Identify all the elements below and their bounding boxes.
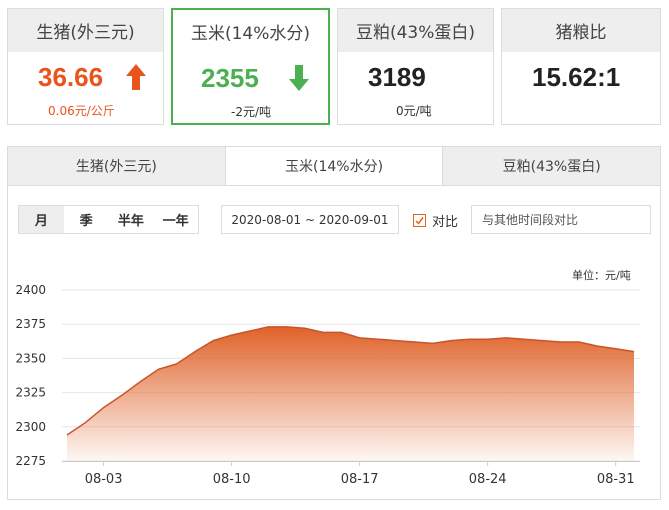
x-tick-label: 08-31: [597, 472, 635, 487]
y-tick-label: 2375: [15, 317, 46, 331]
y-tick-label: 2325: [15, 386, 46, 400]
y-tick-label: 2300: [15, 420, 46, 434]
x-tick-label: 08-24: [469, 472, 507, 487]
price-area: [67, 326, 634, 461]
y-tick-label: 2400: [15, 283, 46, 297]
x-tick-label: 08-10: [213, 472, 251, 487]
price-chart: 2275 2300 2325 2350 2375 2400 08-03 08-10 08-17 0…: [15, 283, 640, 487]
y-tick-label: 2275: [15, 454, 46, 468]
x-tick-label: 08-17: [341, 472, 379, 487]
x-tick-label: 08-03: [85, 472, 123, 487]
y-tick-label: 2350: [15, 351, 46, 365]
